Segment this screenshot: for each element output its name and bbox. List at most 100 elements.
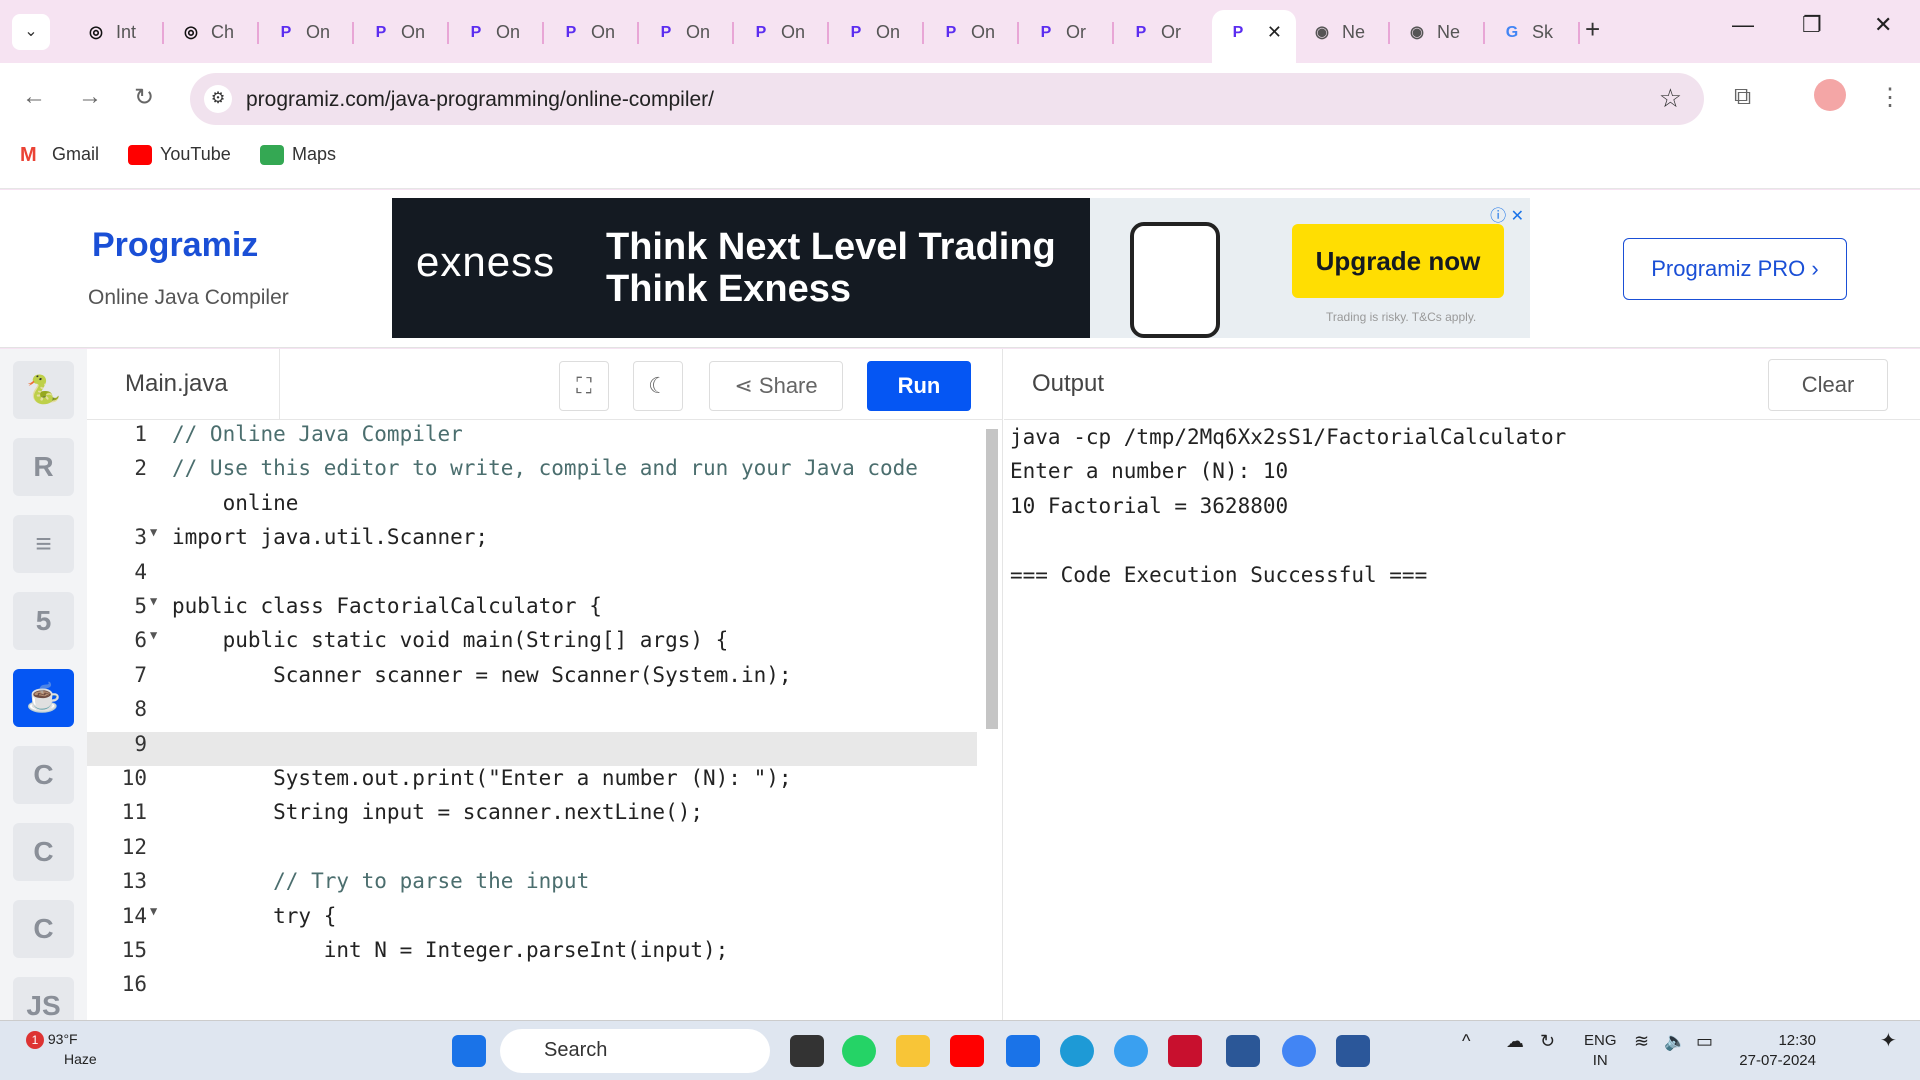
code-line[interactable]: 11 String input = scanner.nextLine(); [87, 800, 977, 834]
myhp-icon[interactable] [1006, 1035, 1040, 1067]
tab[interactable]: P Or [1020, 14, 1102, 50]
share-button[interactable]: ⋖ Share [709, 361, 843, 411]
whatsapp-icon[interactable] [842, 1035, 876, 1067]
taskbar-search[interactable]: Search [500, 1029, 770, 1073]
language-indicator[interactable]: ENG IN [1584, 1031, 1617, 1071]
tab[interactable]: ◉ Ne [1296, 14, 1378, 50]
tab[interactable]: P On [355, 14, 437, 50]
fold-toggle-icon[interactable]: ▼ [150, 904, 157, 918]
sql-icon[interactable]: ≡ [13, 515, 74, 573]
word-icon[interactable] [1336, 1035, 1370, 1067]
ad-close-icon[interactable]: ⓘ ✕ [1490, 202, 1524, 226]
file-explorer-icon[interactable] [896, 1035, 930, 1067]
clear-button[interactable]: Clear [1768, 359, 1888, 411]
tab[interactable]: P On [260, 14, 342, 50]
java-icon[interactable]: ☕ [13, 669, 74, 727]
dark-mode-button[interactable]: ☾ [633, 361, 683, 411]
edge-icon[interactable] [1060, 1035, 1094, 1067]
restore-button[interactable]: ❐ [1802, 12, 1822, 38]
weather-widget[interactable]: 1 93°F Haze [26, 1029, 97, 1069]
extensions-icon[interactable]: ⧉ [1734, 83, 1751, 111]
r-icon[interactable]: R [13, 438, 74, 496]
code-line[interactable]: 9 [87, 731, 977, 766]
tab-active[interactable]: P ✕ [1212, 10, 1296, 63]
site-info-icon[interactable]: ⚙ [204, 85, 232, 113]
bookmark-youtube[interactable]: YouTube [128, 144, 231, 166]
wifi-icon[interactable]: ≋ [1634, 1031, 1649, 1051]
volume-icon[interactable]: 🔈 [1664, 1031, 1686, 1051]
language-code: ENG [1584, 1032, 1617, 1049]
tab[interactable]: ◉ Ne [1391, 14, 1473, 50]
cpp-icon[interactable]: C [13, 823, 74, 881]
code-line[interactable]: 2 // Use this editor to write, compile an… [87, 456, 977, 490]
file-tab[interactable]: Main.java [87, 349, 280, 420]
windows-start-icon[interactable] [452, 1035, 486, 1067]
tab[interactable]: G Sk [1486, 14, 1568, 50]
code-line[interactable]: 13 // Try to parse the input [87, 869, 977, 903]
code-line[interactable]: 12 [87, 835, 977, 869]
code-line[interactable]: 15 int N = Integer.parseInt(input); [87, 938, 977, 972]
c-icon[interactable]: C [13, 746, 74, 804]
fold-toggle-icon[interactable]: ▼ [150, 594, 157, 608]
forward-button[interactable]: → [78, 83, 102, 111]
code-line[interactable]: 16 [87, 972, 977, 1006]
code-line[interactable]: 14 ▼ try { [87, 904, 977, 938]
minimize-button[interactable]: — [1732, 12, 1754, 38]
ad-cta-button[interactable]: Upgrade now [1292, 224, 1504, 298]
fold-toggle-icon[interactable]: ▼ [150, 628, 157, 642]
code-line[interactable]: online [87, 491, 977, 525]
code-line[interactable]: 4 [87, 560, 977, 594]
address-bar[interactable]: ⚙ programiz.com/java-programming/online-… [190, 73, 1704, 125]
tab[interactable]: ◎ Int [70, 14, 152, 50]
bookmark-maps[interactable]: Maps [260, 144, 336, 166]
bookmark-gmail[interactable]: M Gmail [20, 144, 99, 166]
tab[interactable]: P On [735, 14, 817, 50]
bookmark-star-icon[interactable]: ☆ [1659, 83, 1682, 114]
code-line[interactable]: 6 ▼ public static void main(String[] args… [87, 628, 977, 662]
youtube-app-icon[interactable] [950, 1035, 984, 1067]
tab[interactable]: ◎ Ch [165, 14, 247, 50]
csharp-icon[interactable]: C [13, 900, 74, 958]
reload-button[interactable]: ↻ [134, 83, 154, 112]
advertisement-banner[interactable]: exness Think Next Level Trading Think Exn… [392, 198, 1530, 338]
tray-overflow-icon[interactable]: ^ [1462, 1031, 1470, 1051]
store-icon[interactable] [1226, 1035, 1260, 1067]
code-line[interactable]: 1 // Online Java Compiler [87, 422, 977, 456]
tab[interactable]: P On [545, 14, 627, 50]
tab[interactable]: P On [830, 14, 912, 50]
code-line[interactable]: 10 System.out.print("Enter a number (N):… [87, 766, 977, 800]
fold-toggle-icon[interactable]: ▼ [150, 525, 157, 539]
programiz-logo[interactable]: Programiz [92, 226, 258, 265]
html-icon[interactable]: 5 [13, 592, 74, 650]
chrome-taskbar-icon[interactable] [1282, 1035, 1316, 1067]
back-button[interactable]: ← [22, 83, 46, 111]
code-line[interactable]: 5 ▼ public class FactorialCalculator { [87, 594, 977, 628]
close-window-button[interactable]: ✕ [1874, 12, 1892, 38]
tab[interactable]: P Or [1115, 14, 1197, 50]
battery-icon[interactable]: ▭ [1696, 1031, 1713, 1051]
code-line[interactable]: 8 [87, 697, 977, 731]
fullscreen-button[interactable]: ⛶ [559, 361, 609, 411]
profile-avatar[interactable] [1814, 79, 1846, 111]
tab[interactable]: P On [925, 14, 1007, 50]
mcafee-icon[interactable] [1168, 1035, 1202, 1067]
tab[interactable]: P On [450, 14, 532, 50]
clock[interactable]: 12:30 27-07-2024 [1736, 1031, 1816, 1071]
onedrive-icon[interactable]: ☁ [1506, 1031, 1524, 1051]
close-tab-icon[interactable]: ✕ [1267, 10, 1282, 54]
new-tab-button[interactable]: + [1585, 14, 1600, 45]
sync-icon[interactable]: ↻ [1540, 1031, 1555, 1051]
code-line[interactable]: 3 ▼ import java.util.Scanner; [87, 525, 977, 559]
code-line[interactable]: 7 Scanner scanner = new Scanner(System.i… [87, 663, 977, 697]
programiz-pro-button[interactable]: Programiz PRO › [1623, 238, 1847, 300]
editor-scrollbar[interactable] [986, 429, 998, 729]
run-button[interactable]: Run [867, 361, 971, 411]
python-icon[interactable]: 🐍 [13, 361, 74, 419]
notification-icon[interactable]: ✦ [1880, 1031, 1897, 1051]
menu-icon[interactable]: ⋮ [1878, 83, 1902, 112]
tab[interactable]: P On [640, 14, 722, 50]
tab-search-button[interactable]: ⌄ [12, 14, 50, 50]
copilot-icon[interactable] [1114, 1035, 1148, 1067]
task-view-icon[interactable] [790, 1035, 824, 1067]
code-area[interactable]: 1 // Online Java Compiler 2 // Use this edi… [87, 420, 1003, 1020]
